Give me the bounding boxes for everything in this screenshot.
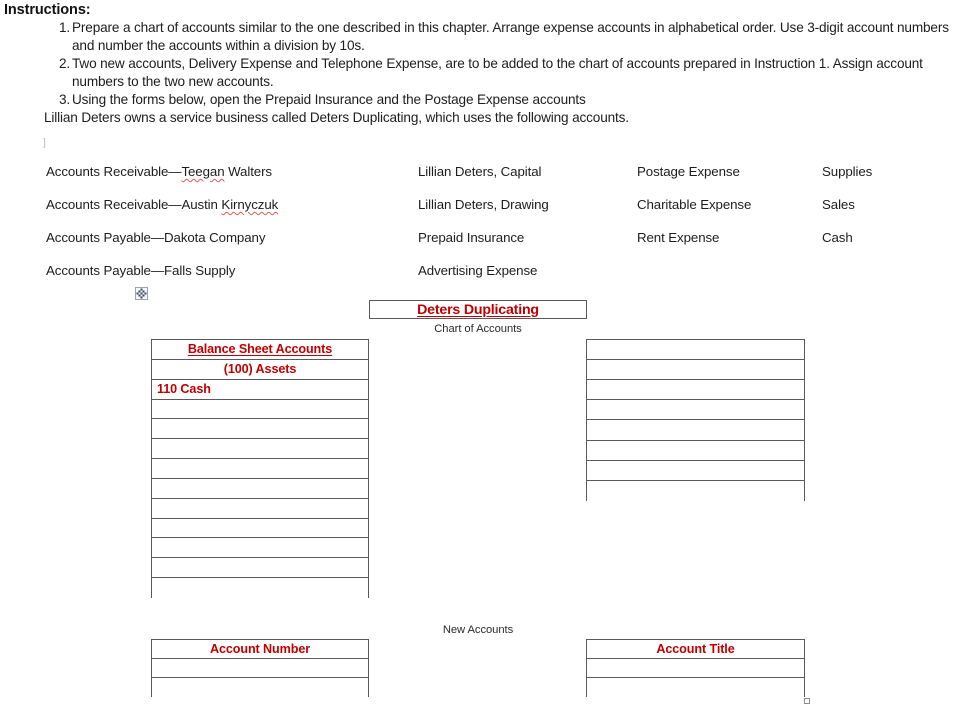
ledger-cell-text: Balance Sheet Accounts xyxy=(187,342,333,357)
account-number-header: Account Number xyxy=(152,640,368,660)
ledger-row[interactable] xyxy=(587,440,804,461)
account-text-suffix: Walters xyxy=(224,164,272,179)
balance-sheet-accounts-table[interactable]: Balance Sheet Accounts (100) Assets 110 … xyxy=(151,339,369,598)
ledger-row[interactable] xyxy=(152,419,368,440)
account-number-table[interactable]: Account Number xyxy=(151,639,369,698)
account-name-col-b: Advertising Expense xyxy=(418,263,538,278)
account-name-col-a: Accounts Payable—Falls Supply xyxy=(46,262,235,280)
account-name-col-c: Charitable Expense xyxy=(637,197,752,212)
account-name-col-d: Cash xyxy=(822,230,853,245)
account-title-table[interactable]: Account Title xyxy=(586,639,805,698)
ledger-row[interactable] xyxy=(152,659,368,679)
ledger-row[interactable] xyxy=(587,480,804,501)
ledger-cell-text: (100) Assets xyxy=(223,362,297,377)
ledger-row[interactable] xyxy=(587,659,804,679)
instruction-item-3: 3. Using the forms below, open the Prepa… xyxy=(0,91,960,109)
ledger-row[interactable]: (100) Assets xyxy=(152,359,368,380)
ledger-row[interactable] xyxy=(152,558,368,579)
instructions-list: 1. Prepare a chart of accounts similar t… xyxy=(0,19,960,109)
move-handle-icon[interactable] xyxy=(135,287,148,300)
ledger-row[interactable] xyxy=(152,678,368,698)
ledger-row[interactable] xyxy=(587,360,804,381)
ledger-row[interactable] xyxy=(152,538,368,559)
instruction-item-2: 2. Two new accounts, Delivery Expense an… xyxy=(0,55,960,91)
resize-handle-icon[interactable] xyxy=(804,698,810,704)
intro-paragraph: Lillian Deters owns a service business c… xyxy=(44,110,629,125)
instruction-item-1: 1. Prepare a chart of accounts similar t… xyxy=(0,19,960,55)
account-name-col-a: Accounts Payable—Dakota Company xyxy=(46,229,265,247)
instruction-text: Two new accounts, Delivery Expense and T… xyxy=(72,56,923,89)
new-accounts-label: New Accounts xyxy=(442,624,514,636)
ledger-cell-text: Account Title xyxy=(656,642,735,657)
account-name-col-b: Lillian Deters, Drawing xyxy=(418,197,549,212)
company-title-box[interactable]: Deters Duplicating xyxy=(369,300,587,319)
account-list-row: Accounts Receivable—Teegan Walters Lilli… xyxy=(0,163,960,196)
text-cursor-artifact: ] xyxy=(42,135,46,149)
ledger-row[interactable]: 110 Cash xyxy=(152,379,368,400)
ledger-row[interactable] xyxy=(587,400,804,421)
account-text-prefix: Accounts Payable—Dakota Company xyxy=(46,230,266,245)
account-text-prefix: Accounts Payable—Falls Supply xyxy=(46,263,236,278)
account-list-row: Accounts Payable—Dakota Company Prepaid … xyxy=(0,229,960,262)
instructions-block: Instructions: 1. Prepare a chart of acco… xyxy=(0,0,960,127)
ledger-cell-text: Account Number xyxy=(209,642,311,657)
ledger-row[interactable] xyxy=(587,340,804,361)
account-name-col-b: Lillian Deters, Capital xyxy=(418,164,542,179)
income-statement-accounts-table[interactable] xyxy=(586,339,805,501)
account-list-row: Accounts Receivable—Austin Kirnyczuk Lil… xyxy=(0,196,960,229)
chart-of-accounts-subtitle: Chart of Accounts xyxy=(434,323,522,335)
ledger-row[interactable] xyxy=(587,380,804,401)
ledger-row[interactable] xyxy=(587,678,804,698)
misspelled-word: Kirnyczuk xyxy=(221,197,279,212)
account-text-prefix: Accounts Receivable—Austin xyxy=(46,197,222,212)
instruction-text: Prepare a chart of accounts similar to t… xyxy=(72,20,949,53)
account-title-header: Account Title xyxy=(587,640,804,660)
ledger-row[interactable]: Balance Sheet Accounts xyxy=(152,340,368,360)
account-text-prefix: Accounts Receivable— xyxy=(46,164,182,179)
account-name-col-a: Accounts Receivable—Austin Kirnyczuk xyxy=(46,196,278,214)
company-name: Deters Duplicating xyxy=(417,301,539,318)
instruction-text: Using the forms below, open the Prepaid … xyxy=(72,92,586,107)
ledger-cell-text: 110 Cash xyxy=(157,382,211,397)
account-name-col-a: Accounts Receivable—Teegan Walters xyxy=(46,163,272,181)
ledger-row[interactable] xyxy=(152,518,368,539)
ledger-row[interactable] xyxy=(152,439,368,460)
ledger-row[interactable] xyxy=(587,460,804,481)
account-name-col-d: Supplies xyxy=(822,164,873,179)
account-name-list: Accounts Receivable—Teegan Walters Lilli… xyxy=(0,163,960,295)
account-name-col-b: Prepaid Insurance xyxy=(418,230,525,245)
ledger-row[interactable] xyxy=(152,459,368,479)
ledger-row[interactable] xyxy=(152,399,368,420)
account-name-col-c: Postage Expense xyxy=(637,164,740,179)
ledger-row[interactable] xyxy=(152,578,368,598)
misspelled-word: Teegan xyxy=(181,164,225,179)
ledger-row[interactable] xyxy=(152,478,368,499)
instructions-heading: Instructions: xyxy=(4,2,91,18)
ledger-row[interactable] xyxy=(152,498,368,519)
ledger-row[interactable] xyxy=(587,420,804,441)
instruction-number: 1. xyxy=(58,20,70,35)
account-name-col-d: Sales xyxy=(822,197,855,212)
account-name-col-c: Rent Expense xyxy=(637,230,720,245)
instruction-number: 3. xyxy=(58,92,70,107)
instruction-number: 2. xyxy=(58,56,70,71)
